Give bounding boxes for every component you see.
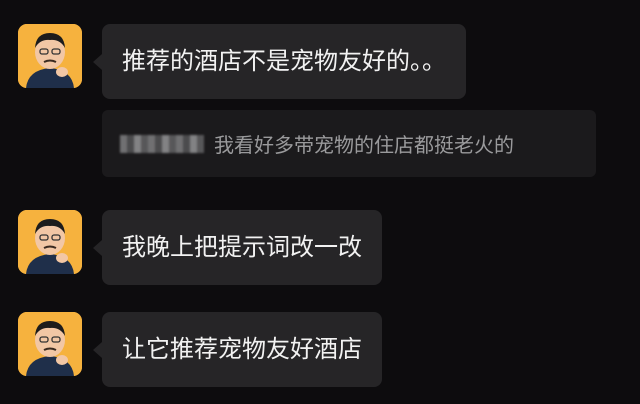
quoted-text: 我看好多带宠物的住店都挺老火的 [214, 133, 514, 157]
cartoon-man-avatar-icon [18, 24, 82, 88]
message-bubble[interactable]: 让它推荐宠物友好酒店 [93, 312, 382, 387]
message-text: 推荐的酒店不是宠物友好的。。 [122, 47, 446, 75]
sender-avatar[interactable] [18, 312, 82, 376]
message-text: 让它推荐宠物友好酒店 [122, 335, 362, 363]
message-text: 我晚上把提示词改一改 [122, 233, 362, 261]
cartoon-man-avatar-icon [18, 210, 82, 274]
chat-message-list: 推荐的酒店不是宠物友好的。。 我看好多带宠物的住店都挺老火的 我晚上把提示词改一… [0, 0, 640, 404]
quoted-sender-name-blurred [120, 134, 204, 153]
message-bubble[interactable]: 我晚上把提示词改一改 [93, 210, 382, 285]
cartoon-man-avatar-icon [18, 312, 82, 376]
quoted-reply[interactable]: 我看好多带宠物的住店都挺老火的 [102, 110, 596, 177]
sender-avatar[interactable] [18, 24, 82, 88]
message-bubble[interactable]: 推荐的酒店不是宠物友好的。。 [93, 24, 466, 99]
sender-avatar[interactable] [18, 210, 82, 274]
